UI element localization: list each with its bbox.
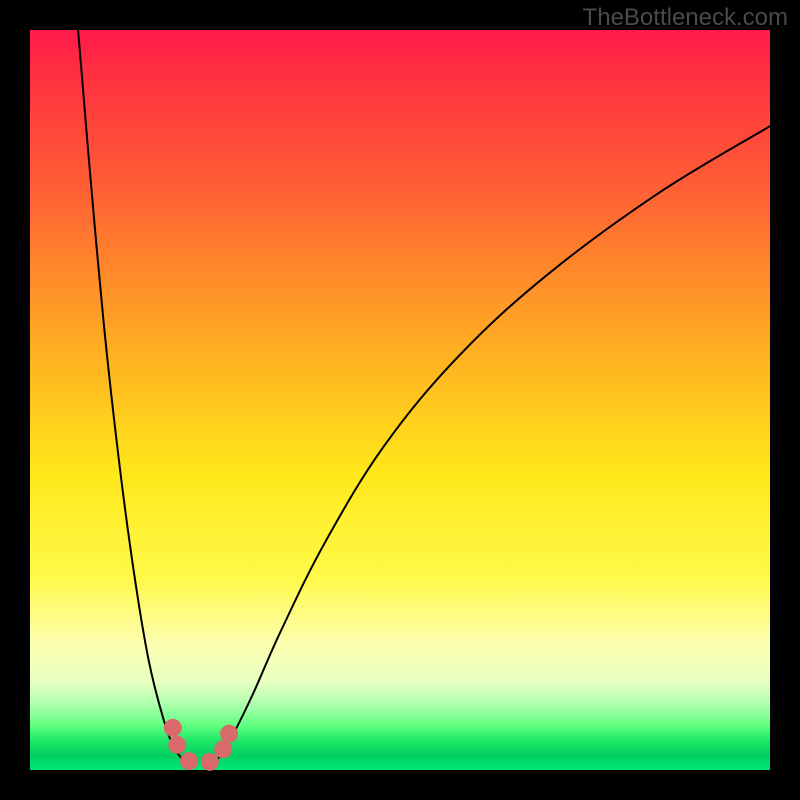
marker-dot: [220, 725, 238, 743]
marker-dot: [164, 719, 182, 737]
curve-right-branch: [215, 126, 770, 762]
marker-dot: [201, 753, 219, 771]
marker-dot: [180, 752, 198, 770]
marker-dot: [214, 740, 232, 758]
marker-dot: [168, 736, 186, 754]
marker-group: [164, 719, 238, 771]
watermark-text: TheBottleneck.com: [583, 4, 788, 32]
curve-left-branch: [78, 30, 185, 763]
chart-overlay: [30, 30, 770, 770]
chart-plot-area: [30, 30, 770, 770]
